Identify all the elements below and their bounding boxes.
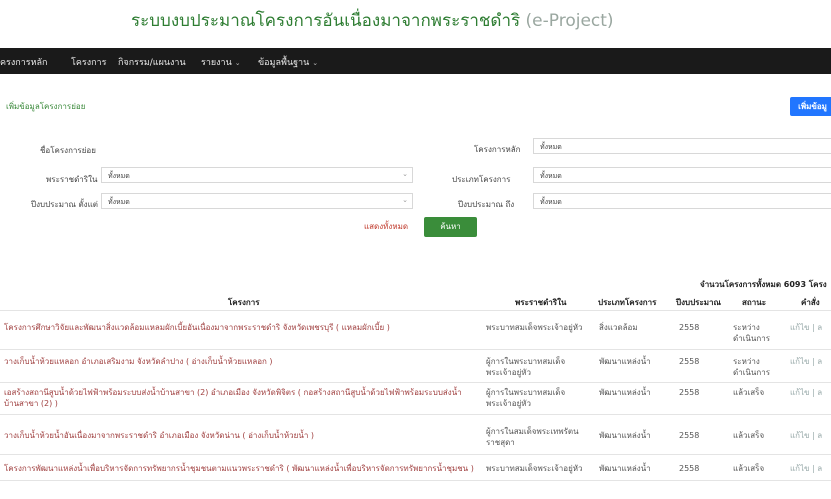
sub-project-label: ชื่อโครงการย่อย [40, 146, 96, 155]
main-project-label: โครงการหลัก [474, 145, 521, 154]
row-divider [0, 349, 831, 350]
royal-select[interactable]: ทั้งหมด ⌄ [101, 167, 413, 183]
row-actions[interactable]: แก้ไข | ล [790, 322, 831, 333]
row-type: พัฒนาแหล่งน้ำ [599, 357, 651, 366]
row-divider [0, 454, 831, 455]
row-divider [0, 382, 831, 383]
nav-master-data-label: ข้อมูลพื้นฐาน [258, 58, 310, 68]
nav-main-project-label: ครงการหลัก [0, 58, 48, 68]
chevron-down-icon: ⌄ [402, 196, 408, 204]
nav-project-label: โครงการ [71, 58, 107, 68]
main-project-select[interactable]: ทั้งหมด [533, 138, 831, 154]
row-year: 2558 [679, 431, 700, 440]
royal-value: ทั้งหมด [108, 172, 130, 180]
row-divider [0, 480, 831, 481]
row-divider [0, 414, 831, 415]
nav-activity[interactable]: กิจกรรม/แผนงาน [118, 55, 186, 69]
row-royal: ผู้การในพระบาทสมเด็จพระเจ้าอยู่หัว [486, 357, 566, 377]
row-royal: พระบาทสมเด็จพระเจ้าอยู่หัว [486, 323, 583, 332]
row-year: 2558 [679, 323, 700, 332]
row-royal: ผู้การในพระบาทสมเด็จพระเจ้าอยู่หัว [486, 388, 566, 408]
row-year: 2558 [679, 464, 700, 473]
chevron-down-icon: ⌄ [402, 170, 408, 178]
row-status: แล้วเสร็จ [733, 464, 765, 473]
app-subtitle: (e-Project) [525, 11, 614, 31]
search-button[interactable]: ค้นหา [424, 217, 477, 237]
year-to-value: ทั้งหมด [540, 198, 562, 206]
chevron-down-icon: ⌄ [312, 59, 319, 67]
add-button[interactable]: เพิ่มข้อมู [790, 97, 831, 116]
header-divider [0, 310, 831, 311]
row-project-name[interactable]: โครงการศึกษาวิจัยและพัฒนาสิ่งแวดล้อมแหลม… [4, 322, 474, 333]
year-from-label: ปีงบประมาณ ตั้งแต่ [31, 200, 98, 209]
row-type: พัฒนาแหล่งน้ำ [599, 431, 651, 440]
row-actions[interactable]: แก้ไข | ล [790, 430, 831, 441]
app-title-text: ระบบงบประมาณโครงการอันเนื่องมาจากพระราชด… [131, 11, 521, 31]
row-project-name[interactable]: โครงการพัฒนาแหล่งน้ำเพื่อบริหารจัดการทรั… [4, 463, 474, 474]
row-project-name[interactable]: วางเก็บน้ำห้วยน้ำอันเนื่องมาจากพระราชดำร… [4, 430, 474, 441]
row-year: 2558 [679, 388, 700, 397]
type-label: ประเภทโครงการ [452, 175, 511, 184]
nav-master-data[interactable]: ข้อมูลพื้นฐาน ⌄ [258, 55, 318, 69]
col-header-royal: พระราชดำริใน [515, 298, 567, 307]
row-actions[interactable]: แก้ไข | ล [790, 387, 831, 398]
row-royal: ผู้การในสมเด็จพระเทพรัตนราชสุดา [486, 427, 579, 447]
total-count: จำนวนโครงการทั้งหมด 6093 โครง [700, 280, 827, 289]
royal-label: พระราชดำริใน [46, 175, 98, 184]
row-status: แล้วเสร็จ [733, 388, 765, 397]
top-navbar: ครงการหลัก โครงการ กิจกรรม/แผนงาน รายงาน… [0, 48, 831, 74]
type-value: ทั้งหมด [540, 172, 562, 180]
row-year: 2558 [679, 357, 700, 366]
row-royal: พระบาทสมเด็จพระเจ้าอยู่หัว [486, 464, 583, 473]
row-status: แล้วเสร็จ [733, 431, 765, 440]
nav-report-label: รายงาน [201, 58, 232, 68]
year-to-label: ปีงบประมาณ ถึง [458, 200, 515, 209]
row-status: ระหว่างดำเนินการ [733, 357, 770, 377]
row-project-name[interactable]: เอสร้างสถานีสูบน้ำด้วยไฟฟ้าพร้อมระบบส่งน… [4, 387, 474, 409]
col-header-project: โครงการ [228, 298, 260, 307]
page-title: เพิ่มข้อมูลโครงการย่อย [6, 102, 86, 111]
nav-report[interactable]: รายงาน ⌄ [201, 55, 241, 69]
row-actions[interactable]: แก้ไข | ล [790, 463, 831, 474]
row-project-name[interactable]: วางเก็บน้ำห้วยแหลอก อำเภอเสริมงาม จังหวั… [4, 356, 474, 367]
chevron-down-icon: ⌄ [234, 59, 241, 67]
row-status: ระหว่างดำเนินการ [733, 323, 770, 343]
row-type: พัฒนาแหล่งน้ำ [599, 388, 651, 397]
type-select[interactable]: ทั้งหมด [533, 167, 831, 183]
show-all-button[interactable]: แสดงทั้งหมด [364, 220, 408, 233]
nav-main-project[interactable]: ครงการหลัก [0, 55, 47, 69]
col-header-type: ประเภทโครงการ [598, 298, 657, 307]
nav-activity-label: กิจกรรม/แผนงาน [118, 58, 186, 68]
year-from-value: ทั้งหมด [108, 198, 130, 206]
year-to-select[interactable]: ทั้งหมด [533, 193, 831, 209]
row-type: พัฒนาแหล่งน้ำ [599, 464, 651, 473]
row-type: สิ่งแวดล้อม [599, 323, 638, 332]
nav-project[interactable]: โครงการ [71, 55, 106, 69]
col-header-actions: คำสั่ง [801, 298, 820, 307]
col-header-status: สถานะ [742, 298, 766, 307]
col-header-year: ปีงบประมาณ [676, 298, 721, 307]
main-project-value: ทั้งหมด [540, 143, 562, 151]
row-actions[interactable]: แก้ไข | ล [790, 356, 831, 367]
app-title: ระบบงบประมาณโครงการอันเนื่องมาจากพระราชด… [131, 7, 614, 34]
year-from-select[interactable]: ทั้งหมด ⌄ [101, 193, 413, 209]
